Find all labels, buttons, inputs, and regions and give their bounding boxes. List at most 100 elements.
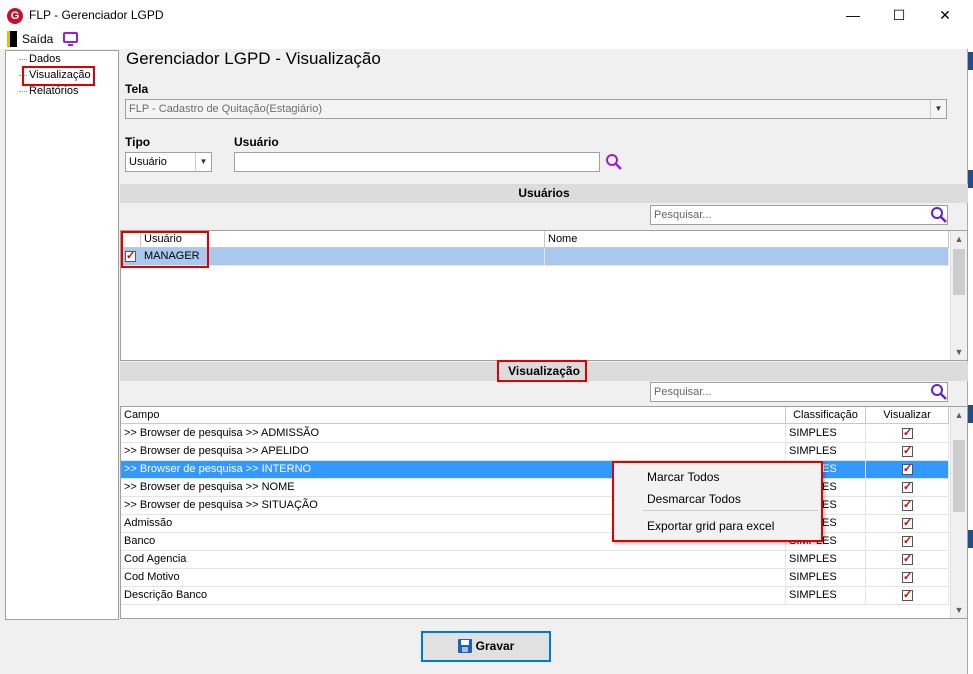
background-bar (968, 170, 973, 188)
visualizar-cell (866, 461, 949, 479)
tela-select[interactable]: FLP - Cadastro de Quitação(Estagiário) ▼ (125, 99, 947, 119)
visualizar-cell (866, 497, 949, 515)
magnifier-icon[interactable] (930, 383, 948, 401)
save-button[interactable]: Gravar (421, 631, 551, 662)
table-row[interactable]: BancoSIMPLES (121, 533, 949, 551)
background-bar (968, 530, 973, 548)
visualizacao-search-input[interactable]: Pesquisar... (650, 382, 948, 402)
door-exit-icon (7, 31, 17, 47)
scroll-down-icon[interactable]: ▼ (951, 344, 967, 360)
visualizar-checkbox[interactable] (902, 587, 913, 604)
tela-label: Tela (125, 82, 149, 96)
table-row[interactable]: Cod Agencia SIMPLES (121, 551, 949, 569)
table-row[interactable]: Descrição Banco SIMPLES (121, 587, 949, 605)
visualizar-cell (866, 443, 949, 461)
minimize-button[interactable]: — (830, 0, 876, 31)
visualizar-cell (866, 479, 949, 497)
campo-cell: Cod Agencia (121, 551, 786, 569)
visualizar-cell (866, 551, 949, 569)
visualizar-cell (866, 587, 949, 605)
visualizar-checkbox[interactable] (902, 569, 913, 586)
visualizar-cell (866, 569, 949, 587)
visualizar-checkbox[interactable] (902, 533, 913, 550)
floppy-disk-icon (458, 639, 472, 653)
tipo-value: Usuário (129, 156, 167, 168)
chevron-down-icon: ▼ (930, 100, 946, 118)
visualizar-checkbox[interactable] (902, 461, 913, 478)
tree-connector (19, 91, 27, 92)
highlight-frame (121, 231, 209, 268)
usuarios-search-input[interactable]: Pesquisar... (650, 205, 948, 225)
scroll-thumb[interactable] (953, 440, 965, 512)
background-window-strip (968, 0, 973, 674)
grid-header-visualizar[interactable]: Visualizar (866, 407, 949, 424)
scroll-thumb[interactable] (953, 249, 965, 295)
table-row[interactable]: >> Browser de pesquisa >> SITUAÇÃOSIMPLE… (121, 497, 949, 515)
background-bar (968, 52, 973, 70)
grid-header-campo[interactable]: Campo (121, 407, 786, 424)
scroll-up-icon[interactable]: ▲ (951, 407, 967, 423)
usuario-label: Usuário (234, 135, 279, 149)
highlight-frame (497, 360, 587, 382)
navigation-tree: Dados Visualização Relatórios (5, 50, 119, 620)
title-bar: G FLP - Gerenciador LGPD — ☐ ✕ (0, 0, 968, 31)
background-bar (968, 405, 973, 423)
window-title: FLP - Gerenciador LGPD (29, 8, 164, 22)
classificacao-cell: SIMPLES (786, 569, 866, 587)
magnifier-icon[interactable] (605, 153, 623, 171)
tree-item-dados[interactable]: Dados (28, 52, 62, 66)
tipo-label: Tipo (125, 135, 151, 149)
classificacao-cell: SIMPLES (786, 587, 866, 605)
visualizar-checkbox[interactable] (902, 551, 913, 568)
classificacao-cell: SIMPLES (786, 425, 866, 443)
visualizacao-scrollbar[interactable]: ▲ ▼ (950, 407, 967, 618)
flp-logo-icon: G (7, 8, 23, 24)
page-title: Gerenciador LGPD - Visualização (126, 49, 381, 68)
grid-header-classificacao[interactable]: Classificação (786, 407, 866, 424)
visualizar-checkbox[interactable] (902, 497, 913, 514)
campo-cell: Cod Motivo (121, 569, 786, 587)
usuario-input[interactable] (234, 152, 600, 172)
tree-item-relatorios[interactable]: Relatórios (28, 84, 80, 98)
visualizar-cell (866, 533, 949, 551)
menu-bar: Saída (0, 31, 968, 49)
table-row[interactable]: >> Browser de pesquisa >> ADMISSÃO SIMPLE… (121, 425, 949, 443)
visualizar-checkbox[interactable] (902, 443, 913, 460)
save-button-label: Gravar (475, 639, 515, 653)
campo-cell: >> Browser de pesquisa >> APELIDO (121, 443, 786, 461)
classificacao-cell: SIMPLES (786, 443, 866, 461)
usuarios-section-header: Usuários (120, 184, 968, 203)
table-row[interactable]: MANAGER (121, 248, 949, 266)
usuarios-grid: Usuário Nome MANAGER ▲ ▼ (120, 230, 968, 361)
close-button[interactable]: ✕ (922, 0, 968, 31)
table-row[interactable]: AdmissãoSIMPLES (121, 515, 949, 533)
usuarios-scrollbar[interactable]: ▲ ▼ (950, 231, 967, 360)
visualizar-cell (866, 425, 949, 443)
scroll-up-icon[interactable]: ▲ (951, 231, 967, 247)
table-row[interactable]: >> Browser de pesquisa >> NOMESIMPLES (121, 479, 949, 497)
table-row[interactable]: Cod Motivo SIMPLES (121, 569, 949, 587)
chevron-down-icon: ▼ (195, 153, 211, 171)
tela-value: FLP - Cadastro de Quitação(Estagiário) (129, 103, 322, 115)
visualizar-cell (866, 515, 949, 533)
highlight-frame (612, 461, 823, 542)
table-row[interactable]: >> Browser de pesquisa >> INTERNOSIMPLES (121, 461, 949, 479)
magnifier-icon[interactable] (930, 206, 948, 224)
grid-header-nome[interactable]: Nome (545, 231, 949, 248)
visualizacao-grid: Campo Classificação Visualizar >> Browse… (120, 406, 968, 619)
exit-label: Saída (22, 32, 54, 46)
classificacao-cell: SIMPLES (786, 551, 866, 569)
campo-cell: >> Browser de pesquisa >> ADMISSÃO (121, 425, 786, 443)
visualizar-checkbox[interactable] (902, 515, 913, 532)
tipo-select[interactable]: Usuário ▼ (125, 152, 212, 172)
nome-cell (545, 248, 949, 266)
table-row[interactable]: >> Browser de pesquisa >> APELIDO SIMPLES (121, 443, 949, 461)
tree-connector (19, 59, 27, 60)
scroll-down-icon[interactable]: ▼ (951, 602, 967, 618)
monitor-icon[interactable] (63, 32, 78, 46)
visualizar-checkbox[interactable] (902, 425, 913, 442)
visualizar-checkbox[interactable] (902, 479, 913, 496)
maximize-button[interactable]: ☐ (876, 0, 922, 31)
campo-cell: Descrição Banco (121, 587, 786, 605)
highlight-frame (22, 66, 95, 86)
